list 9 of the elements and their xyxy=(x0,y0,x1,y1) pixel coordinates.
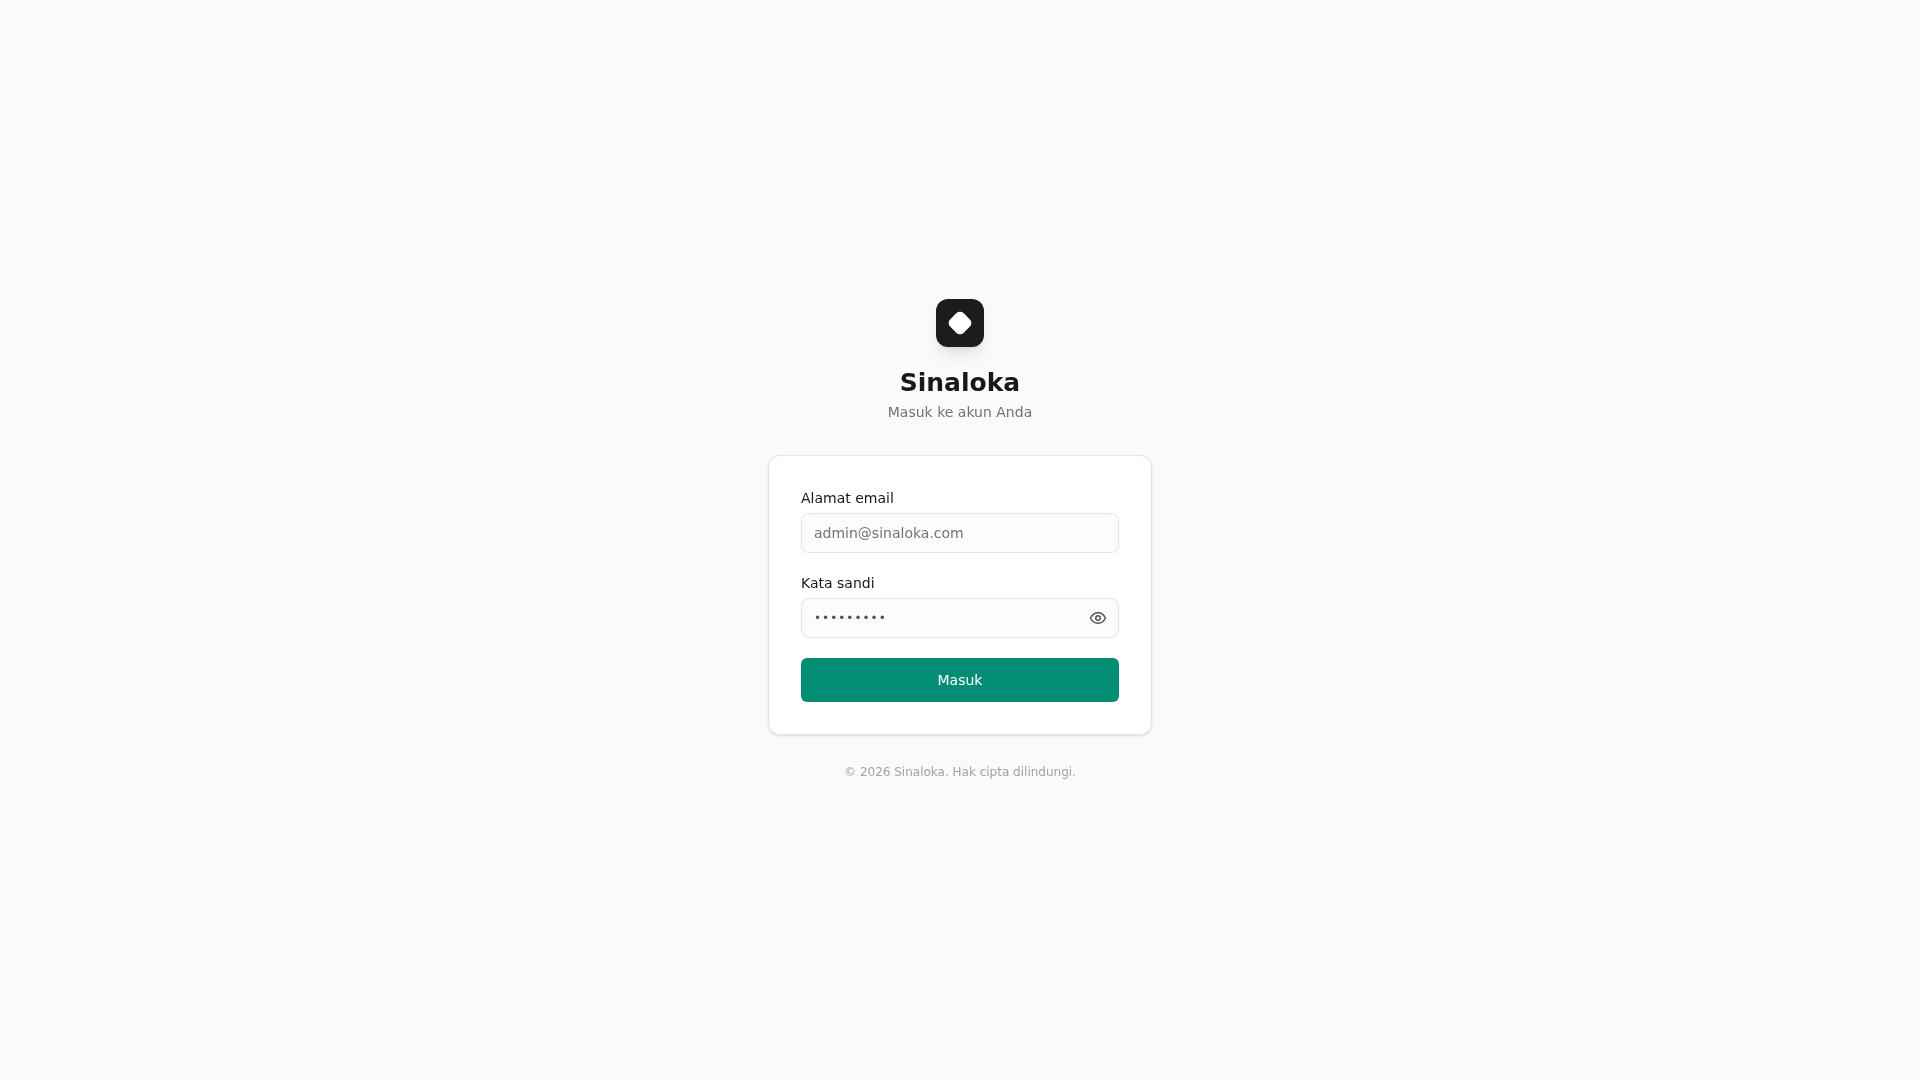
email-field[interactable]: admin@sinaloka.com xyxy=(801,513,1119,554)
app-title: Sinaloka xyxy=(899,366,1021,399)
password-field[interactable]: ••••••••• xyxy=(801,598,1119,639)
logo-icon xyxy=(936,298,984,347)
copyright-text: © 2026 Sinaloka. Hak cipta dilindungi. xyxy=(844,764,1076,782)
sign-in-button[interactable]: Masuk xyxy=(801,658,1119,703)
subtitle: Masuk ke akun Anda xyxy=(887,403,1033,423)
password-label: Kata sandi xyxy=(801,574,876,594)
email-label: Alamat email xyxy=(801,489,895,509)
